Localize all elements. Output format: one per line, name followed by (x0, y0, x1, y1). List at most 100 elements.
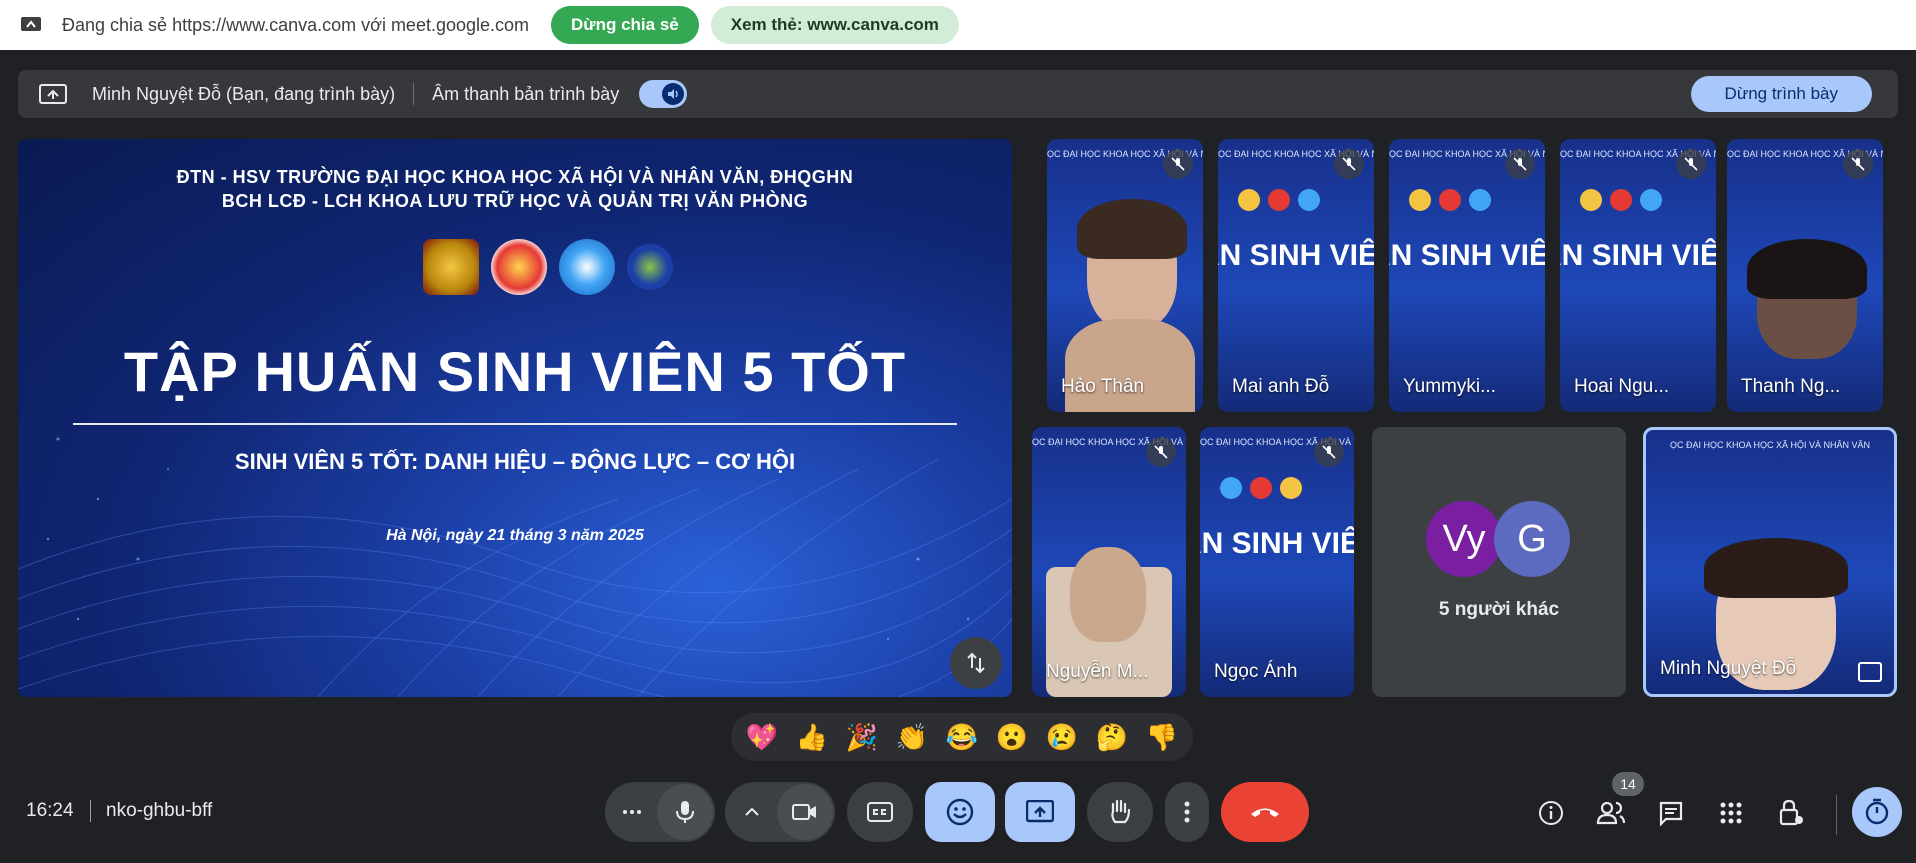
participant-tile[interactable]: ỌC ĐẠI HỌC KHOA HỌC XÃ HỘI VÀ NHÂN VĂN Ấ… (1389, 139, 1545, 412)
lock-person-icon (1779, 799, 1803, 826)
raise-hand-button[interactable] (1087, 782, 1153, 842)
participant-name: Yummyki... (1403, 376, 1496, 397)
avatar: G (1494, 501, 1570, 577)
participant-hair (1077, 199, 1187, 259)
timer-button[interactable] (1852, 787, 1902, 837)
participant-tile[interactable]: ỌC ĐẠI HỌC KHOA HỌC XÃ HỘI VÀ NHÂN VĂN T… (1727, 139, 1883, 412)
captions-button[interactable] (847, 782, 913, 842)
chat-button[interactable] (1656, 798, 1686, 828)
microphone-button[interactable] (657, 784, 713, 840)
tile-slide-title: ẤN SINH VIÊ (1218, 239, 1374, 272)
shared-slide: ĐTN - HSV TRƯỜNG ĐẠI HỌC KHOA HỌC XÃ HỘI… (18, 139, 1012, 697)
slide-header-line1: ĐTN - HSV TRƯỜNG ĐẠI HỌC KHOA HỌC XÃ HỘI… (176, 167, 854, 187)
reaction-crying[interactable]: 😢 (1041, 722, 1083, 753)
sharing-banner: Đang chia sẻ https://www.canva.com với m… (0, 0, 1916, 50)
participant-hair (1747, 239, 1867, 299)
mic-off-icon (1334, 149, 1364, 179)
others-tile[interactable]: Vy G 5 người khác (1372, 427, 1626, 697)
reaction-clapping[interactable]: 👏 (891, 722, 933, 753)
info-icon (1539, 801, 1563, 825)
participant-shoulders (1065, 319, 1195, 412)
swap-vertical-icon (967, 652, 985, 674)
tile-slide-title: ẤN SINH VIÊ (1389, 239, 1545, 272)
end-call-icon (1251, 808, 1279, 817)
reaction-thumbs-down[interactable]: 👎 (1141, 722, 1183, 753)
slide-background-mesh (18, 437, 1012, 697)
slide-date: Hà Nội, ngày 21 tháng 3 năm 2025 (386, 527, 644, 544)
reaction-party-popper[interactable]: 🎉 (841, 722, 883, 753)
top-spacer (0, 50, 1916, 70)
slide-divider (73, 423, 957, 425)
youth-union-logo (491, 239, 547, 295)
participant-name: Hoai Ngu... (1574, 376, 1670, 397)
microphone-icon (676, 801, 694, 823)
emoji-icon (946, 798, 974, 826)
share-screen-icon (21, 17, 41, 31)
student-association-logo (559, 239, 615, 295)
meeting-details-button[interactable] (1536, 798, 1566, 828)
participant-tile[interactable]: ỌC ĐẠI HỌC KHOA HỌC XÃ HỘI VÀ NHÂN VĂN Ấ… (1218, 139, 1374, 412)
participant-tile[interactable]: ỌC ĐẠI HỌC KHOA HỌC XÃ HỘI VÀ NHÂN VĂN Ấ… (1560, 139, 1716, 412)
tile-slide-header: ỌC ĐẠI HỌC KHOA HỌC XÃ HỘI VÀ NHÂN VĂN (1669, 440, 1871, 450)
present-button[interactable] (1005, 782, 1075, 842)
present-to-all-icon (1026, 800, 1054, 823)
divider (413, 83, 415, 105)
people-icon (1596, 801, 1626, 825)
slide-subtitle: SINH VIÊN 5 TỐT: DANH HIỆU – ĐỘNG LỰC – … (234, 449, 796, 474)
view-tab-button[interactable]: Xem thẻ: www.canva.com (710, 6, 959, 44)
stop-presenting-button[interactable]: Dừng trình bày (1690, 76, 1872, 112)
activities-button[interactable] (1716, 798, 1746, 828)
leave-call-button[interactable] (1221, 782, 1309, 842)
presentation-audio-label: Âm thanh bản trình bày (432, 83, 620, 104)
self-tile[interactable]: ỌC ĐẠI HỌC KHOA HỌC XÃ HỘI VÀ NHÂN VĂN M… (1643, 427, 1897, 697)
reaction-thinking[interactable]: 🤔 (1091, 722, 1133, 753)
slide-logos (423, 239, 673, 295)
reaction-surprised[interactable]: 😮 (991, 722, 1033, 753)
mic-off-icon (1314, 437, 1344, 467)
tile-logos (1238, 189, 1320, 211)
host-controls-button[interactable] (1776, 798, 1806, 828)
people-button[interactable] (1596, 798, 1626, 828)
mic-off-icon (1146, 437, 1176, 467)
raise-hand-icon (1111, 799, 1131, 824)
participant-tile[interactable]: ỌC ĐẠI HỌC KHOA HỌC XÃ HỘI VÀ NHÂN VĂN Ấ… (1200, 427, 1354, 697)
mic-off-icon (1505, 149, 1535, 179)
camera-button[interactable] (777, 784, 833, 840)
reactions-button[interactable] (925, 782, 995, 842)
participant-tile[interactable]: ỌC ĐẠI HỌC KHOA HỌC XÃ HỘI VÀ NHÂN VĂN N… (1032, 427, 1186, 697)
presenting-bar: Minh Nguyệt Đỗ (Bạn, đang trình bày) Âm … (18, 70, 1898, 118)
swap-layout-button[interactable] (950, 637, 1002, 689)
audio-options-button[interactable] (607, 809, 657, 815)
slide-title: TẬP HUẤN SINH VIÊN 5 TỐT (123, 340, 907, 403)
apps-grid-icon (1720, 802, 1742, 824)
stop-sharing-button[interactable]: Dừng chia sẻ (551, 6, 699, 44)
video-options-button[interactable] (727, 808, 777, 816)
picture-in-picture-icon[interactable] (1858, 662, 1882, 682)
participant-name: Mai anh Đỗ (1232, 376, 1330, 397)
mic-off-icon (1843, 149, 1873, 179)
chevron-up-icon (745, 808, 759, 816)
camera-icon (792, 804, 816, 820)
reactions-bar: 💖 👍 🎉 👏 😂 😮 😢 🤔 👎 (731, 713, 1193, 761)
participant-name: Hảo Thân (1061, 376, 1145, 397)
university-logo (423, 239, 479, 295)
avatar: Vy (1426, 501, 1502, 577)
tile-logos (1220, 477, 1302, 499)
divider (1836, 795, 1837, 835)
participant-tile[interactable]: ỌC ĐẠI HỌC KHOA HỌC XÃ HỘI VÀ NHÂN VĂN H… (1047, 139, 1203, 412)
presentation-audio-toggle[interactable] (639, 80, 688, 108)
tile-logos (1580, 189, 1662, 211)
tile-logos (1409, 189, 1491, 211)
reaction-thumbs-up[interactable]: 👍 (791, 722, 833, 753)
chat-icon (1659, 801, 1683, 826)
reaction-sparkling-heart[interactable]: 💖 (741, 722, 783, 753)
participant-hair (1704, 538, 1848, 598)
participant-name: Minh Nguyệt Đỗ (1660, 658, 1797, 679)
participant-name: Ngọc Ánh (1214, 661, 1298, 682)
closed-captions-icon (867, 802, 893, 822)
more-options-button[interactable] (1165, 782, 1209, 842)
reaction-laughing[interactable]: 😂 (941, 722, 983, 753)
sharing-text: Đang chia sẻ https://www.canva.com với m… (62, 14, 530, 35)
others-count-label: 5 người khác (1438, 599, 1560, 620)
mic-off-icon (1676, 149, 1706, 179)
